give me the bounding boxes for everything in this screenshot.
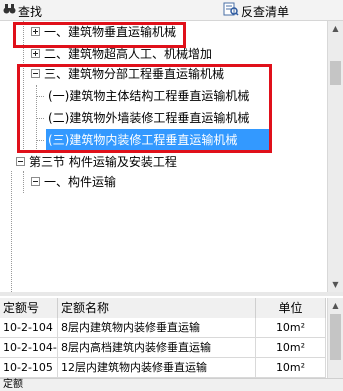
reverse-lookup-icon[interactable] [223, 1, 239, 20]
scrollbar-thumb[interactable] [330, 61, 341, 85]
scroll-down-icon[interactable]: ▼ [328, 277, 343, 292]
grid-scrollbar[interactable]: ▲ [327, 298, 343, 378]
splitter[interactable] [0, 292, 343, 296]
tree-item-label: 第三节 构件运输及安装工程 [29, 155, 177, 169]
cell-name: 8层内高档建筑内装修垂直运输 [58, 338, 256, 358]
status-label: 定额 [3, 379, 23, 390]
table-row[interactable]: 10-2-105 12层内建筑物内装修垂直运输 10m² [0, 358, 326, 378]
toolbar: 查找 反查清单 [0, 0, 343, 21]
cell-name: 8层内建筑物内装修垂直运输 [58, 318, 256, 338]
cell-code: 10-2-104- [0, 338, 58, 358]
collapse-icon[interactable] [16, 157, 25, 166]
cell-code: 10-2-105 [0, 358, 58, 378]
column-header-code[interactable]: 定额号 [0, 298, 58, 318]
cell-unit: 10m² [256, 358, 326, 378]
binoculars-icon[interactable] [3, 2, 16, 18]
collapse-icon[interactable] [31, 177, 40, 186]
scroll-up-icon[interactable]: ▲ [328, 21, 343, 36]
grid-header: 定额号 定额名称 单位 [0, 298, 326, 319]
expand-icon[interactable] [31, 49, 40, 58]
table-row[interactable]: 10-2-104- 8层内高档建筑内装修垂直运输 10m² [0, 338, 326, 358]
tree-item-label: 一、构件运输 [44, 175, 117, 189]
column-header-name[interactable]: 定额名称 [58, 298, 256, 318]
tree-item-component-transport[interactable]: 一、构件运输 [0, 171, 326, 193]
tree-item-section-three[interactable]: 第三节 构件运输及安装工程 [0, 151, 326, 173]
column-header-unit[interactable]: 单位 [256, 298, 326, 318]
tree-view: 一、建筑物垂直运输机械 二、建筑物超高人工、机械增加 三、建筑物分部工程垂直运输… [0, 21, 343, 292]
scroll-up-icon[interactable]: ▲ [328, 298, 343, 313]
quota-grid: 定额号 定额名称 单位 10-2-104 8层内建筑物内装修垂直运输 10m² … [0, 298, 343, 378]
status-bar: 定额 [0, 378, 343, 391]
cell-name: 12层内建筑物内装修垂直运输 [58, 358, 256, 378]
tree-scrollbar[interactable]: ▲ ▼ [327, 21, 343, 292]
reverse-lookup-button[interactable]: 反查清单 [241, 3, 289, 20]
scrollbar-thumb[interactable] [330, 314, 341, 360]
table-row[interactable]: 10-2-104 8层内建筑物内装修垂直运输 10m² [0, 318, 326, 338]
cell-code: 10-2-104 [0, 318, 58, 338]
cell-unit: 10m² [256, 338, 326, 358]
search-label[interactable]: 查找 [18, 3, 42, 20]
cell-unit: 10m² [256, 318, 326, 338]
highlight-box [13, 22, 186, 48]
highlight-box [17, 64, 272, 153]
